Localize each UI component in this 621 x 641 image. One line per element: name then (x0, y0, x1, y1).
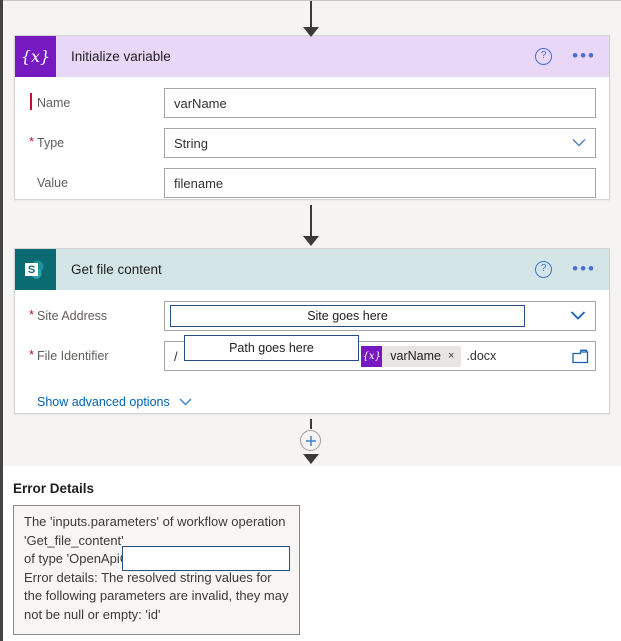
variable-token-icon: {x} (361, 345, 383, 367)
variable-icon-glyph: {x} (20, 46, 51, 66)
field-label-value: Value (28, 176, 164, 190)
field-row-file-identifier: * File Identifier / Path goes here / {x}… (28, 334, 596, 371)
svg-text:S: S (27, 264, 34, 276)
chevron-down-icon (572, 136, 586, 151)
error-annotation-box (122, 546, 290, 571)
show-advanced-options-link[interactable]: Show advanced options (37, 395, 192, 409)
field-label-file-identifier: * File Identifier (28, 347, 164, 363)
plus-icon (305, 435, 316, 446)
field-label-site-address: * Site Address (28, 307, 164, 323)
site-address-dropdown[interactable]: Site goes here (164, 301, 596, 331)
field-label-name: Name (28, 93, 164, 110)
chevron-down-icon[interactable] (570, 309, 586, 324)
required-asterisk-icon: * (29, 307, 35, 322)
more-menu-icon[interactable]: ••• (572, 47, 596, 64)
connector-arrow-middle (298, 205, 324, 247)
name-input-value: varName (174, 95, 227, 111)
variable-icon: {x} (15, 36, 56, 77)
site-address-annotation: Site goes here (170, 305, 525, 327)
folder-icon[interactable] (571, 348, 589, 364)
action-card-initialize-variable[interactable]: {x} Initialize variable ? ••• Name varNa… (14, 35, 610, 200)
card-title: Get file content (71, 262, 162, 277)
file-identifier-input[interactable]: / Path goes here / {x} varName × .docx (164, 334, 596, 371)
help-icon[interactable]: ? (535, 48, 553, 65)
more-menu-icon[interactable]: ••• (572, 260, 596, 277)
required-asterisk-icon: * (29, 134, 35, 149)
help-icon[interactable]: ? (535, 261, 553, 278)
close-icon[interactable]: × (448, 350, 461, 362)
connector-stem-bottom (298, 419, 324, 429)
card-body: * Site Address Site goes here * File Ide… (15, 290, 609, 422)
field-label-text: Value (37, 176, 69, 190)
connector-arrow-bottom (298, 452, 324, 468)
field-row-type: * Type String (28, 128, 596, 158)
file-path-annotation-text: Path goes here (229, 340, 314, 355)
field-label-type: * Type (28, 134, 164, 150)
path-prefix-slash: / (174, 348, 178, 364)
required-asterisk-icon: * (29, 347, 35, 362)
file-path-annotation: Path goes here (184, 334, 359, 361)
add-step-button[interactable] (300, 430, 321, 451)
sharepoint-icon-glyph: S (24, 260, 43, 279)
type-dropdown[interactable]: String (164, 128, 596, 158)
type-dropdown-value: String (174, 135, 208, 151)
variable-token-varname[interactable]: {x} varName × (361, 345, 462, 367)
field-label-text: Type (37, 136, 65, 150)
file-extension-text: .docx (466, 349, 497, 363)
error-details-title: Error Details (13, 481, 95, 496)
left-rail (0, 0, 3, 641)
name-input[interactable]: varName (164, 88, 596, 118)
card-body: Name varName * Type String Value filenam… (15, 77, 609, 211)
card-header[interactable]: {x} Initialize variable ? ••• (15, 36, 609, 77)
field-row-site-address: * Site Address Site goes here (28, 301, 596, 331)
sharepoint-icon: S (15, 249, 56, 290)
site-address-annotation-text: Site goes here (307, 309, 388, 323)
card-title: Initialize variable (71, 49, 171, 64)
card-header[interactable]: S Get file content ? ••• (15, 249, 609, 290)
field-row-value: Value filename (28, 168, 596, 198)
show-advanced-options-label: Show advanced options (37, 395, 170, 409)
variable-token-label: varName (390, 349, 441, 363)
field-label-text: Name (37, 96, 71, 110)
field-label-text: File Identifier (37, 349, 109, 363)
value-input-value: filename (174, 175, 224, 191)
required-caret-icon (30, 93, 32, 110)
field-row-name: Name varName (28, 88, 596, 118)
connector-arrow-top (298, 1, 324, 38)
chevron-down-icon (179, 395, 192, 409)
value-input[interactable]: filename (164, 168, 596, 198)
field-label-text: Site Address (37, 309, 108, 323)
action-card-get-file-content[interactable]: S Get file content ? ••• * Site Address … (14, 248, 610, 414)
